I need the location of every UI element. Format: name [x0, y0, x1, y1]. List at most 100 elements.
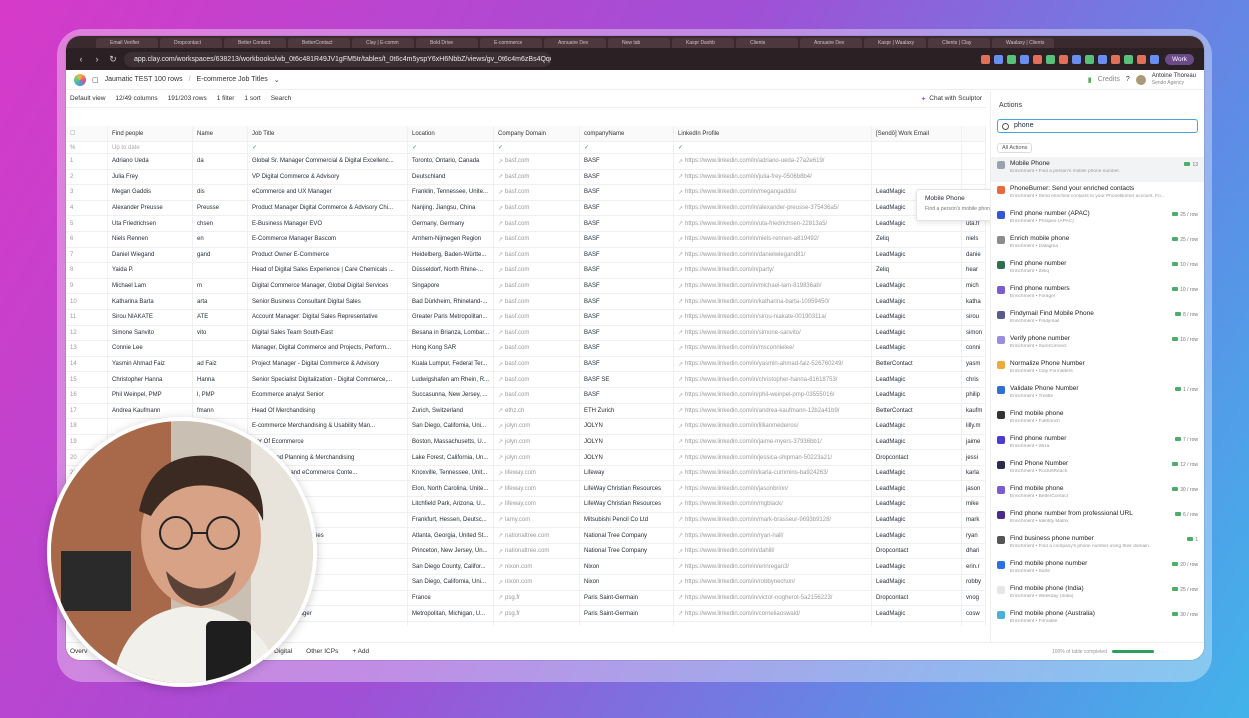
table-cell[interactable]: ↗ https://www.linkedin.com/in/robbynechon…	[674, 575, 872, 590]
table-cell[interactable]: m	[193, 278, 248, 294]
action-item[interactable]: Enrich mobile phone Enrichment • Datagma 2…	[991, 232, 1204, 257]
external-link-icon[interactable]: ↗	[678, 376, 683, 383]
external-link-icon[interactable]: ↗	[498, 438, 503, 445]
table-cell[interactable]: jason	[962, 481, 986, 497]
action-item[interactable]: Find Phone Number Enrichment • RocketReac…	[991, 457, 1204, 482]
external-link-icon[interactable]: ↗	[678, 454, 683, 461]
table-cell[interactable]: E-commerce Merchandising & Usability Man…	[248, 419, 408, 434]
browser-tab[interactable]: Annuaire Dev	[800, 38, 862, 48]
cell-link[interactable]: https://www.linkedin.com/in/niels-rennen…	[685, 236, 819, 242]
cell-link[interactable]: lifeway.com	[505, 470, 536, 476]
table-cell[interactable]: Senior Business Consultant Digital Sales	[248, 294, 408, 309]
cell-link[interactable]: lifeway.com	[505, 486, 536, 492]
column-header[interactable]: Name	[193, 126, 248, 141]
table-cell[interactable]: 5	[66, 216, 108, 231]
all-actions-filter[interactable]: All Actions	[997, 143, 1033, 153]
table-cell[interactable]: ↗ https://www.linkedin.com/in/lillianmede…	[674, 419, 872, 434]
external-link-icon[interactable]: ↗	[678, 189, 683, 196]
table-cell[interactable]: ↗ jolyn.com	[494, 434, 580, 450]
table-cell[interactable]: ↗psg.fr	[494, 621, 580, 626]
browser-tab[interactable]: Clients	[736, 38, 798, 48]
table-cell[interactable]: Nanjing, Jiangsu, China	[408, 200, 494, 216]
column-header[interactable]: LinkedIn Profile	[674, 126, 872, 141]
table-cell[interactable]: 11	[66, 309, 108, 325]
external-link-icon[interactable]: ↗	[678, 220, 683, 227]
cell-link[interactable]: https://www.linkedin.com/in/robbynechon/	[685, 579, 795, 585]
column-header[interactable]: Company Domain	[494, 126, 580, 141]
browser-tab[interactable]: Waalaxy | Clients	[992, 38, 1054, 48]
address-bar[interactable]: app.clay.com/workspaces/638213/workbooks…	[124, 51, 552, 67]
table-cell[interactable]: dhari	[962, 543, 986, 559]
table-cell[interactable]: 3	[66, 185, 108, 200]
table-cell[interactable]: Hong Kong SAR	[408, 341, 494, 356]
table-cell[interactable]: BASF	[580, 154, 674, 169]
cell-link[interactable]: basf.com	[505, 174, 529, 180]
cell-link[interactable]: basf.com	[505, 189, 529, 195]
external-link-icon[interactable]: ↗	[678, 298, 683, 305]
browser-tab[interactable]: Email Verifier	[96, 38, 158, 48]
browser-tab[interactable]: Annuaire Dev	[544, 38, 606, 48]
table-cell[interactable]: BASF	[580, 294, 674, 309]
back-icon[interactable]: ‹	[76, 54, 86, 64]
action-item[interactable]: Find mobile phone Enrichment • BetterCont…	[991, 482, 1204, 507]
action-item[interactable]: Find mobile phone (India) Enrichment • We…	[991, 582, 1204, 607]
table-cell[interactable]: 2	[66, 169, 108, 185]
table-cell[interactable]: ↗ basf.com	[494, 231, 580, 247]
table-cell[interactable]: E-Commerce Manager Bascom	[248, 231, 408, 247]
external-link-icon[interactable]: ↗	[498, 470, 503, 477]
cell-link[interactable]: https://www.linkedin.com/in/corneliaoswa…	[685, 611, 800, 617]
table-cell[interactable]: BetterContact	[872, 403, 962, 419]
table-cell[interactable]: da	[193, 154, 248, 169]
table-cell[interactable]: ↗ https://www.linkedin.com/in/msconnielee…	[674, 341, 872, 356]
browser-tab[interactable]: Clients | Clay	[928, 38, 990, 48]
cell-link[interactable]: basf.com	[505, 267, 529, 273]
table-row[interactable]: 1 Adriano Ueda da Global Sr. Manager Commer…	[66, 154, 986, 170]
cell-link[interactable]: https://www.linkedin.com/in/christopher-…	[685, 377, 837, 383]
table-cell[interactable]: ↗ https://www.linkedin.com/in/alexander-p…	[674, 200, 872, 216]
table-cell[interactable]: LeadMagic	[872, 372, 962, 387]
cell-link[interactable]: nationaltree.com	[505, 533, 549, 539]
table-cell[interactable]: karla	[962, 465, 986, 481]
table-cell[interactable]: ↗ https://www.linkedin.com/in/sirou-niaka…	[674, 309, 872, 325]
cell-link[interactable]: basf.com	[505, 345, 529, 351]
table-cell[interactable]: Christopher Hanna	[108, 372, 193, 387]
table-cell[interactable]: ↗ https://www.linkedin.com/in/uta-friedri…	[674, 216, 872, 231]
cell-link[interactable]: https://www.linkedin.com/in/andrea-kaufm…	[685, 408, 839, 414]
table-cell[interactable]: LeadMagic	[872, 278, 962, 294]
actions-search-input[interactable]: phone	[997, 119, 1198, 133]
external-link-icon[interactable]: ↗	[498, 329, 503, 336]
action-item[interactable]: Find phone number from professional URL E…	[991, 507, 1204, 532]
table-cell[interactable]: 14	[66, 356, 108, 372]
table-cell[interactable]: ↗ https://www.linkedin.com/in/party/	[674, 263, 872, 278]
table-cell[interactable]: 16	[66, 387, 108, 403]
table-cell[interactable]: National Tree Company	[580, 528, 674, 543]
table-cell[interactable]: 1	[66, 154, 108, 169]
external-link-icon[interactable]: ↗	[678, 423, 683, 430]
extension-icon[interactable]	[1032, 54, 1042, 64]
cell-link[interactable]: https://www.linkedin.com/in/phil-weinpel…	[685, 392, 834, 398]
cell-link[interactable]: https://www.linkedin.com/in/mark-brasseu…	[685, 517, 831, 523]
extension-icon[interactable]	[1045, 54, 1055, 64]
table-cell[interactable]: Manager, Digital Commerce and Projects, …	[248, 341, 408, 356]
table-cell[interactable]: jessi	[962, 450, 986, 465]
table-cell[interactable]: 18	[66, 419, 108, 434]
cell-link[interactable]: basf.com	[505, 205, 529, 211]
table-cell[interactable]: Project Manager - Digital Commerce & Adv…	[248, 356, 408, 372]
browser-tab[interactable]: Bold Drive	[416, 38, 478, 48]
table-cell[interactable]: Zurich, Switzerland	[408, 403, 494, 419]
table-cell[interactable]: 8	[66, 263, 108, 278]
action-item[interactable]: Mobile Phone Enrichment • Find a person's…	[991, 157, 1204, 182]
table-cell[interactable]: Alexander Preusse	[108, 200, 193, 216]
table-cell[interactable]: Hanna	[193, 372, 248, 387]
cell-link[interactable]: https://www.linkedin.com/in/victor-noghe…	[685, 595, 832, 601]
table-cell[interactable]: BASF	[580, 341, 674, 356]
action-item[interactable]: Find phone number Enrichment • Wiza 7 / ro…	[991, 432, 1204, 457]
table-cell[interactable]: Heidelberg, Baden-Württe...	[408, 247, 494, 263]
table-cell[interactable]: eCommerce and UX Manager	[248, 185, 408, 200]
table-cell[interactable]: Germany, Germany	[408, 216, 494, 231]
folder-icon[interactable]: ▢	[92, 76, 99, 84]
external-link-icon[interactable]: ↗	[678, 173, 683, 180]
table-cell[interactable]: robby	[962, 575, 986, 590]
external-link-icon[interactable]: ↗	[498, 579, 503, 586]
table-cell[interactable]: Daniel Wiegand	[108, 247, 193, 263]
